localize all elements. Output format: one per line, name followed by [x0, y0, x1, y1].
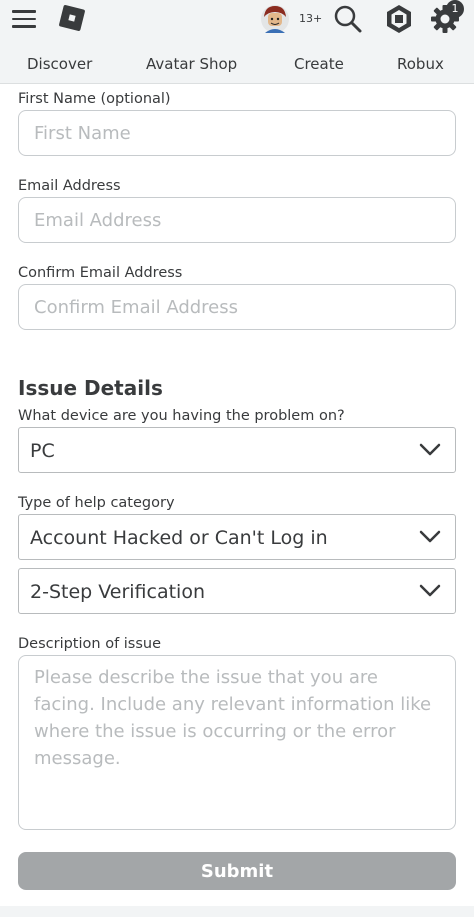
- top-bar: 13+ 1 Discover Avatar Shop Create Robux: [0, 0, 474, 84]
- nav-avatar-shop[interactable]: Avatar Shop: [146, 55, 237, 73]
- age-rating-label: 13+: [299, 12, 323, 25]
- confirm-email-label: Confirm Email Address: [18, 265, 183, 281]
- main-nav: Discover Avatar Shop Create Robux: [0, 48, 474, 82]
- avatar-image: [261, 5, 289, 33]
- help-category-selected-value: Account Hacked or Can't Log in: [30, 527, 328, 549]
- description-label: Description of issue: [18, 636, 162, 652]
- search-icon[interactable]: [333, 4, 363, 34]
- nav-robux[interactable]: Robux: [397, 55, 444, 73]
- notification-badge: 1: [446, 0, 464, 18]
- email-label: Email Address: [18, 178, 121, 194]
- avatar[interactable]: [260, 3, 290, 35]
- chevron-down-icon: [419, 530, 441, 543]
- description-textarea[interactable]: [18, 655, 456, 830]
- chevron-down-icon: [419, 584, 441, 597]
- help-category-label: Type of help category: [18, 495, 175, 511]
- nav-discover[interactable]: Discover: [27, 55, 92, 73]
- subcategory-select[interactable]: 2-Step Verification: [18, 568, 456, 614]
- device-select[interactable]: PC: [18, 427, 456, 473]
- chevron-down-icon: [419, 443, 441, 456]
- nav-create[interactable]: Create: [294, 55, 344, 73]
- issue-details-heading: Issue Details: [18, 376, 163, 400]
- help-category-select[interactable]: Account Hacked or Can't Log in: [18, 514, 456, 560]
- robux-icon[interactable]: [384, 4, 414, 34]
- subcategory-selected-value: 2-Step Verification: [30, 581, 205, 603]
- device-label: What device are you having the problem o…: [18, 408, 345, 424]
- submit-button[interactable]: Submit: [18, 852, 456, 890]
- first-name-label: First Name (optional): [18, 91, 171, 107]
- roblox-logo[interactable]: [58, 4, 86, 32]
- email-field[interactable]: [18, 197, 456, 243]
- device-selected-value: PC: [30, 440, 55, 462]
- menu-icon[interactable]: [12, 10, 36, 28]
- confirm-email-field[interactable]: [18, 284, 456, 330]
- first-name-field[interactable]: [18, 110, 456, 156]
- bottom-strip: [0, 906, 474, 917]
